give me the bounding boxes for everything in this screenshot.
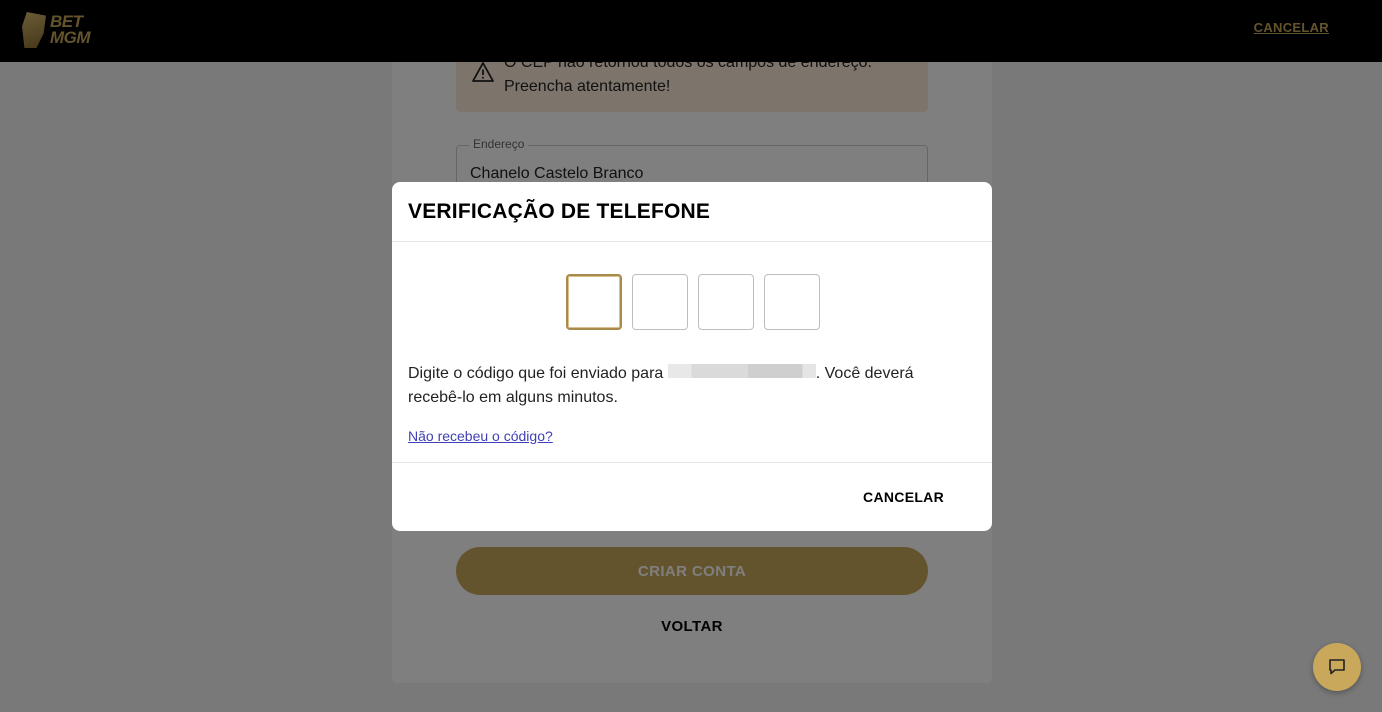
- chat-support-button[interactable]: [1313, 643, 1361, 691]
- message-before: Digite o código que foi enviado para: [408, 365, 668, 382]
- code-digit-3[interactable]: [698, 274, 754, 330]
- modal-footer: CANCELAR: [392, 462, 992, 531]
- resend-code-link[interactable]: Não recebeu o código?: [408, 428, 553, 444]
- modal-title: VERIFICAÇÃO DE TELEFONE: [408, 199, 711, 223]
- code-digit-4[interactable]: [764, 274, 820, 330]
- code-digit-2[interactable]: [632, 274, 688, 330]
- verification-message: Digite o código que foi enviado para . V…: [408, 362, 948, 410]
- redacted-phone-number: [667, 364, 816, 378]
- phone-verification-modal: VERIFICAÇÃO DE TELEFONE Digite o código …: [392, 182, 992, 531]
- modal-header: VERIFICAÇÃO DE TELEFONE: [392, 182, 992, 242]
- verification-code-inputs: [566, 274, 820, 330]
- modal-cancel-button[interactable]: CANCELAR: [863, 489, 944, 505]
- chat-bubble-icon: [1329, 659, 1345, 675]
- code-digit-1[interactable]: [566, 274, 622, 330]
